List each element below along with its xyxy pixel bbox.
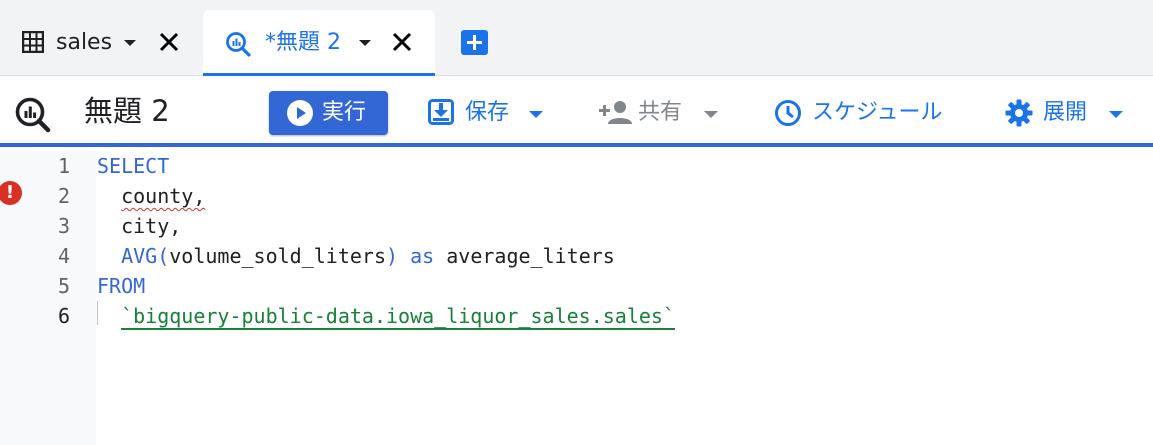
- paren: ): [386, 244, 399, 268]
- tab-untitled-label: *無題 2: [265, 30, 341, 55]
- error-token: county,: [121, 184, 206, 208]
- share-button[interactable]: 共有: [598, 91, 723, 135]
- chevron-down-icon: [529, 111, 543, 118]
- sql-function: AVG: [121, 244, 158, 268]
- save-button-label: 保存: [465, 100, 510, 125]
- table-reference[interactable]: `bigquery-public-data.iowa_liquor_sales.…: [121, 304, 675, 330]
- close-icon[interactable]: [158, 31, 180, 53]
- code-line-4[interactable]: AVG(volume_sold_liters) as average_liter…: [97, 241, 615, 271]
- new-tab-plus-icon[interactable]: [461, 30, 488, 55]
- chevron-down-icon: [1109, 111, 1123, 118]
- code-token: volume_sold_liters: [169, 244, 387, 268]
- table-icon: [22, 31, 44, 53]
- code-token: average_liters: [446, 244, 615, 268]
- line-number: 4: [57, 244, 70, 268]
- sql-keyword: SELECT: [97, 154, 170, 178]
- code-line-3[interactable]: city,: [97, 211, 181, 241]
- close-icon[interactable]: [391, 31, 413, 53]
- line-number: 3: [57, 214, 70, 238]
- schedule-button-label: スケジュール: [812, 100, 943, 125]
- sql-keyword: FROM: [97, 274, 146, 298]
- chevron-down-icon[interactable]: [124, 40, 136, 46]
- person-add-icon: [599, 101, 632, 124]
- save-button[interactable]: 保存: [428, 91, 548, 135]
- play-icon: [287, 100, 313, 126]
- code-token: city,: [121, 214, 182, 238]
- tab-sales-label: sales: [56, 30, 113, 55]
- line-number: 2: [57, 184, 70, 208]
- sql-keyword: as: [410, 244, 435, 268]
- query-icon: [15, 97, 51, 133]
- line-number: 5: [57, 274, 70, 298]
- run-button[interactable]: 実行: [269, 91, 388, 135]
- query-toolbar: 無題 2 実行 保存 共有 スケジュール 展開: [0, 77, 1153, 147]
- indent-guide: [97, 301, 98, 325]
- page-title: 無題 2: [84, 94, 170, 128]
- schedule-button[interactable]: スケジュール: [774, 91, 964, 135]
- line-number: 1: [57, 154, 70, 178]
- error-icon[interactable]: !: [0, 181, 22, 205]
- run-button-label: 実行: [322, 100, 367, 125]
- tab-bar: sales *無題 2: [0, 0, 1153, 76]
- query-icon: [226, 32, 251, 57]
- chevron-down-icon: [704, 111, 718, 118]
- deploy-button[interactable]: 展開: [1005, 91, 1130, 135]
- save-download-icon: [428, 99, 454, 125]
- code-line-6[interactable]: `bigquery-public-data.iowa_liquor_sales.…: [97, 301, 675, 331]
- gear-icon: [1005, 99, 1033, 127]
- line-number-current: 6: [57, 304, 70, 328]
- code-line-1[interactable]: SELECT: [97, 151, 169, 181]
- line-number-gutter: 1 2 3 4 5 6 !: [0, 151, 96, 445]
- tab-untitled-query[interactable]: *無題 2: [203, 10, 435, 76]
- clock-icon: [775, 100, 801, 126]
- paren: (: [157, 244, 170, 268]
- tab-sales[interactable]: sales: [0, 10, 200, 76]
- share-button-label: 共有: [638, 100, 683, 125]
- deploy-button-label: 展開: [1043, 100, 1088, 125]
- chevron-down-icon[interactable]: [359, 40, 371, 46]
- sql-editor[interactable]: 1 2 3 4 5 6 ! SELECT county, city, AVG(v…: [0, 151, 1153, 445]
- code-line-2[interactable]: county,: [97, 181, 205, 211]
- code-line-5[interactable]: FROM: [97, 271, 145, 301]
